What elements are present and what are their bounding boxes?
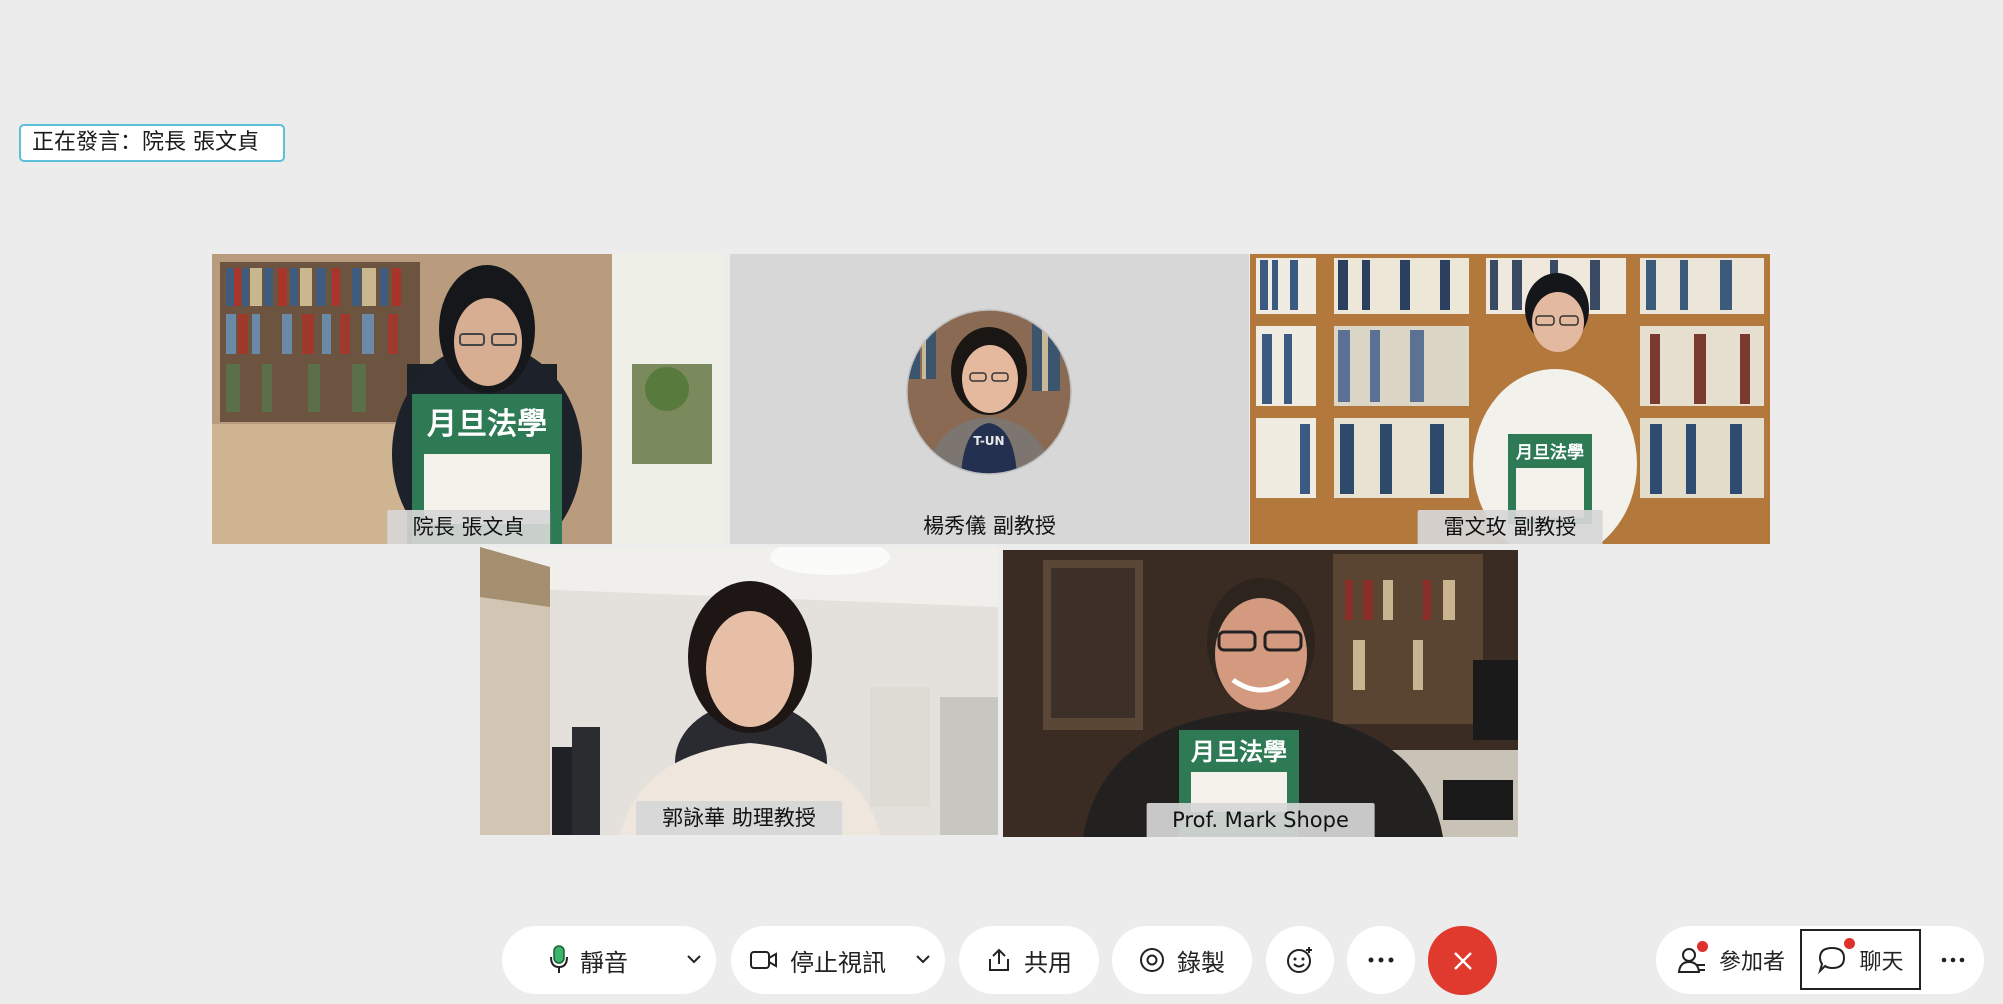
end-meeting-button[interactable] <box>1428 926 1497 995</box>
record-label: 錄製 <box>1177 948 1225 977</box>
book-cover-title: 月旦法學 <box>1515 442 1584 463</box>
chevron-down-icon[interactable] <box>686 948 702 972</box>
reactions-button[interactable] <box>1266 926 1334 994</box>
video-feed <box>480 547 998 835</box>
participant-name-label: Prof. Mark Shope <box>1146 803 1375 837</box>
stop-video-button[interactable]: 停止視訊 <box>731 926 945 994</box>
record-button[interactable]: 錄製 <box>1112 926 1252 994</box>
share-label: 共用 <box>1024 948 1072 977</box>
video-feed: 月旦法學 <box>1250 254 1770 544</box>
stop-video-label: 停止視訊 <box>790 948 886 977</box>
video-tile-lei[interactable]: 月旦法學 雷文玫 副教授 <box>1250 254 1770 544</box>
svg-text:T-UN: T-UN <box>973 434 1004 448</box>
video-tile-dean[interactable]: 月旦法學 院長 張文貞 <box>212 254 725 544</box>
more-icon <box>1941 957 1965 963</box>
participant-avatar: T-UN <box>906 309 1072 475</box>
chat-label: 聊天 <box>1859 949 1904 975</box>
more-actions-button[interactable] <box>1926 926 1980 994</box>
speaker-prefix: 正在發言： <box>32 130 143 155</box>
chat-icon <box>1818 946 1846 974</box>
mute-label: 靜音 <box>580 948 628 977</box>
active-speaker-banner: 正在發言：院長 張文貞 <box>19 124 285 162</box>
book-cover-title: 月旦法學 <box>1190 738 1287 766</box>
record-icon <box>1140 948 1164 972</box>
video-tile-kuo[interactable]: 郭詠華 助理教授 <box>480 547 998 835</box>
participant-name-label: 郭詠華 助理教授 <box>636 801 842 835</box>
participants-notification-dot <box>1697 941 1708 952</box>
mic-icon <box>550 945 568 973</box>
close-icon <box>1453 951 1472 970</box>
video-tile-shope[interactable]: 月旦法學 Prof. Mark Shope <box>1003 550 1518 837</box>
participants-label: 參加者 <box>1718 950 1785 975</box>
video-icon <box>750 951 777 969</box>
participant-name-label: 雷文玫 副教授 <box>1417 510 1603 544</box>
video-feed: 月旦法學 <box>1003 550 1518 837</box>
speaker-name: 院長 張文貞 <box>142 130 260 155</box>
chat-button[interactable]: 聊天 <box>1800 929 1921 990</box>
chevron-down-icon[interactable] <box>915 948 931 972</box>
video-tile-yang[interactable]: T-UN 楊秀儀 副教授 <box>730 254 1249 544</box>
share-icon <box>989 948 1009 971</box>
participants-button[interactable]: 參加者 <box>1664 926 1798 994</box>
book-cover-title: 月旦法學 <box>427 407 547 442</box>
participant-name-label: 院長 張文貞 <box>386 510 551 544</box>
share-button[interactable]: 共用 <box>959 926 1099 994</box>
participant-name-label: 楊秀儀 副教授 <box>923 514 1056 538</box>
reaction-icon <box>1287 947 1312 973</box>
video-feed: 月旦法學 <box>212 254 725 544</box>
mute-button[interactable]: 靜音 <box>502 926 716 994</box>
more-options-button[interactable] <box>1347 926 1415 994</box>
more-icon <box>1368 957 1394 963</box>
chat-notification-dot <box>1844 938 1855 949</box>
